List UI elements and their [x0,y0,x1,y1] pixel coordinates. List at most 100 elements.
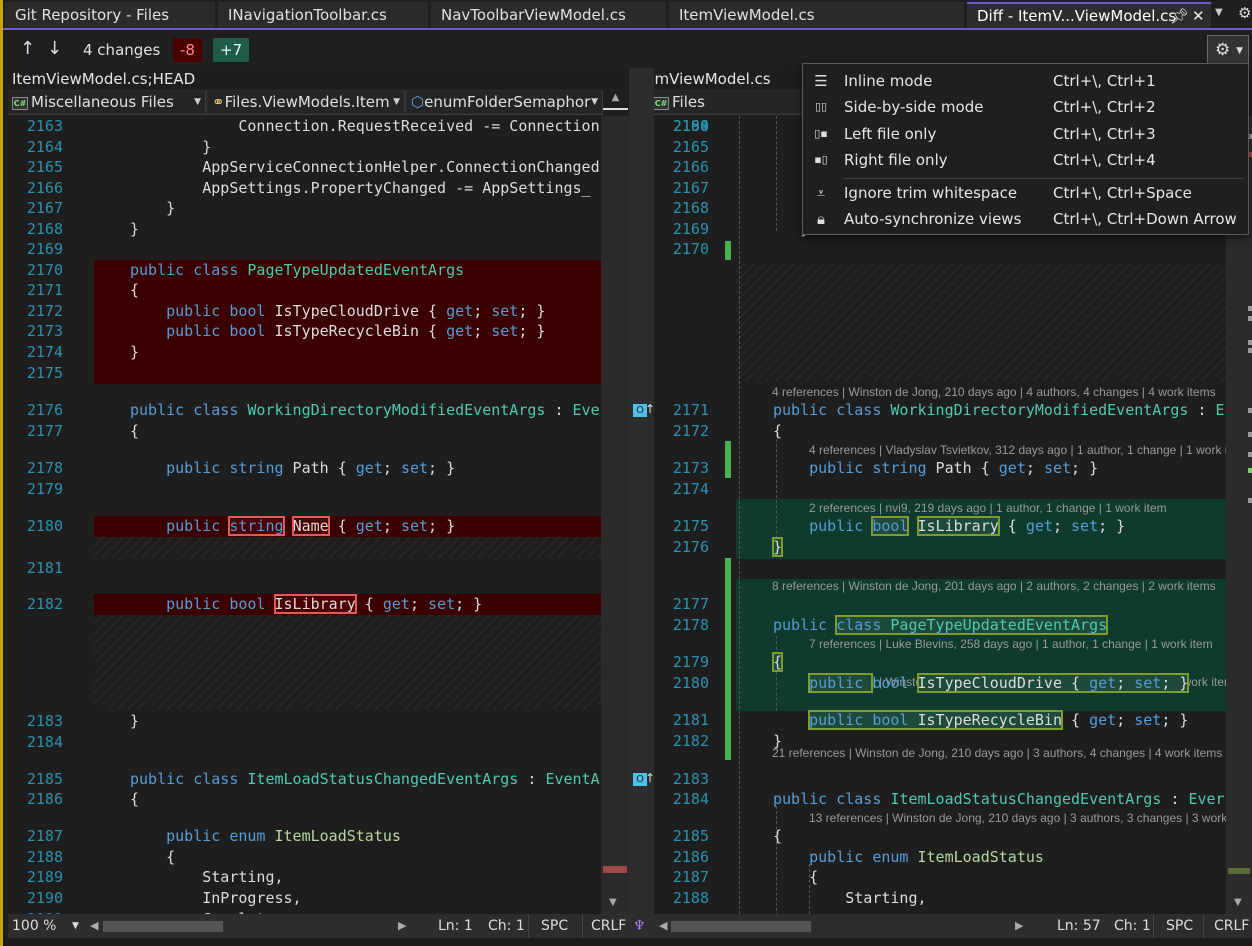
line-number: 2175 [672,517,709,535]
gear-icon: ⚙ [1215,40,1231,60]
line-number: 2179 [26,480,63,498]
window-bottom-border [3,938,1252,946]
tab-diff-itemviewmodel[interactable]: Diff - ItemV...ViewModel.cs 📌︎ ✕ [967,2,1211,28]
code-line: 2178 public string Path { get; set; } [8,458,601,479]
project-dropdown[interactable]: C# Files [649,91,809,113]
line-number: 2180 [672,674,709,692]
member-dropdown[interactable]: ⬡enumFolderSemaphor ▼ [407,91,603,113]
line-number: 2171 [672,401,709,419]
split-view-button[interactable]: ▲ [603,92,628,110]
code-text: } [130,199,176,217]
line-number: 2170 [26,261,63,279]
line-ending-indicator[interactable]: CRLF [582,914,629,938]
menu-item-label: Inline mode [844,72,933,90]
menu-item-right-file-only[interactable]: ▪▯ Right file only Ctrl+\, Ctrl+4 [803,147,1248,173]
arrow-up-icon: ↑ [645,771,656,785]
code-text: public bool IsLibrary { get; set; } [166,594,483,614]
code-text: public string Path { get; set; } [809,459,1099,477]
line-number: 2165 [672,138,709,156]
previous-change-button[interactable]: ↑ [20,38,35,59]
tab-inavigationtoolbar[interactable]: INavigationToolbar.cs [218,2,428,28]
code-line: 2175 [8,363,601,384]
menu-item-shortcut: Ctrl+\, Ctrl+Down Arrow [1053,210,1237,228]
code-text: { [773,422,783,440]
left-code-editor[interactable]: 2163 Connection.RequestReceived -= Conne… [8,116,601,914]
code-line: 2176 public class WorkingDirectoryModifie… [8,400,601,421]
scroll-left-icon[interactable]: ◀ [90,914,98,938]
diff-settings-button[interactable]: ⚙ ▼ [1207,35,1249,65]
line-ending-indicator[interactable]: CRLF [1203,914,1252,938]
line-number: 2172 [26,302,63,320]
line-number: 2186 [672,848,709,866]
line-number: 2190 [672,117,709,135]
code-text: Starting, [130,868,284,886]
line-number: 2175 [26,364,63,382]
right-code-editor[interactable]: 4 references | Winston de Jong, 210 days… [654,116,1226,914]
code-line: 2188 { [8,847,601,868]
line-number: 2165 [26,158,63,176]
line-number: 2183 [672,770,709,788]
pin-icon[interactable]: 📌︎ [1170,4,1189,28]
menu-item-label: Ignore trim whitespace [844,184,1018,202]
scroll-down-icon[interactable]: ▼ [1234,897,1242,908]
code-text: AppServiceConnectionHelper.ConnectionCha… [130,158,600,176]
zoom-level-dropdown[interactable]: 100 % [12,914,56,938]
code-line: 2177 { [8,421,601,442]
scrollbar-change-marker [603,866,627,873]
code-line: 2176} [654,537,1226,558]
code-line: 2169 [8,239,601,260]
line-number: 2185 [672,827,709,845]
horizontal-scrollbar-thumb[interactable] [103,921,223,932]
left-code-lines: 2163 Connection.RequestReceived -= Conne… [8,116,601,914]
menu-item-shortcut: Ctrl+\, Ctrl+3 [1053,125,1156,143]
menu-item-label: Side-by-side mode [844,98,984,116]
tab-label: INavigationToolbar.cs [228,6,387,24]
type-dropdown[interactable]: ⚭Files.ViewModels.Item ▼ [208,91,405,113]
line-number: 2174 [672,480,709,498]
code-text: Connection.RequestReceived -= Connection [130,117,600,135]
whitespace-indicator[interactable]: SPC [528,914,582,938]
menu-item-auto-synchronize[interactable]: 🔒︎ Auto-synchronize views Ctrl+\, Ctrl+D… [803,206,1248,232]
project-dropdown[interactable]: C# Miscellaneous Files ▼ [8,91,206,113]
code-text: } [130,712,140,730]
scroll-right-icon[interactable]: ▶ [1015,914,1023,938]
scroll-left-icon[interactable]: ◀ [659,914,667,938]
tab-itemviewmodel[interactable]: ItemViewModel.cs [669,2,964,28]
code-line: 2190 InProgress, [8,888,601,909]
menu-item-label: Left file only [844,125,937,143]
menu-item-inline-mode[interactable]: ☰ Inline mode Ctrl+\, Ctrl+1 [803,68,1248,94]
scroll-down-icon[interactable]: ▼ [609,897,617,908]
code-text: { [771,652,784,672]
line-number: 2174 [26,343,63,361]
right-status-bar: ♆ ◀ ▶ Ln: 57 Ch: 1 SPC CRLF [629,914,1252,938]
next-change-button[interactable]: ↓ [47,38,62,59]
line-indicator: Ln: 57 [1057,918,1101,934]
scrollbar-thumb[interactable] [1228,868,1250,874]
removed-lines-badge: -8 [173,38,202,62]
column-indicator: Ch: 1 [488,918,525,934]
gear-icon[interactable]: ⚙ [1238,4,1251,22]
close-icon[interactable]: ✕ [1192,4,1205,28]
tab-navtoolbarviewmodel[interactable]: NavToolbarViewModel.cs [431,2,666,28]
left-vertical-scrollbar[interactable]: ▼ [601,116,629,914]
tab-git-repository[interactable]: Git Repository - Files [5,2,215,28]
menu-item-side-by-side[interactable]: ▯▯ Side-by-side mode Ctrl+\, Ctrl+2 [803,94,1248,120]
menu-item-ignore-trim-whitespace[interactable]: ⩡ Ignore trim whitespace Ctrl+\, Ctrl+Sp… [803,180,1248,206]
code-line: 2172 public bool IsTypeCloudDrive { get;… [8,301,601,322]
copilot-icon[interactable]: ♆ [633,914,646,938]
line-indicator: Ln: 1 [438,918,473,934]
added-lines-badge: +7 [213,38,250,62]
chevron-down-icon[interactable]: ▼ [72,914,79,938]
line-number: 2173 [672,459,709,477]
left-status-bar: 100 % ▼ ◀ ▶ Ln: 1 Ch: 1 SPC CRLF [8,914,629,938]
right-vertical-scrollbar[interactable]: ▼ [1226,116,1252,914]
whitespace-indicator[interactable]: SPC [1153,914,1203,938]
code-line: 2178 public class PageTypeUpdatedEventArg… [654,615,1226,636]
chevron-down-icon[interactable]: ▼ [1215,7,1223,18]
line-number: 2184 [26,733,63,751]
menu-item-left-file-only[interactable]: ▯▪ Left file only Ctrl+\, Ctrl+3 [803,121,1248,147]
horizontal-scrollbar-thumb[interactable] [671,921,811,932]
scroll-right-icon[interactable]: ▶ [398,914,406,938]
line-number: 2177 [26,422,63,440]
line-number: 2184 [672,790,709,808]
